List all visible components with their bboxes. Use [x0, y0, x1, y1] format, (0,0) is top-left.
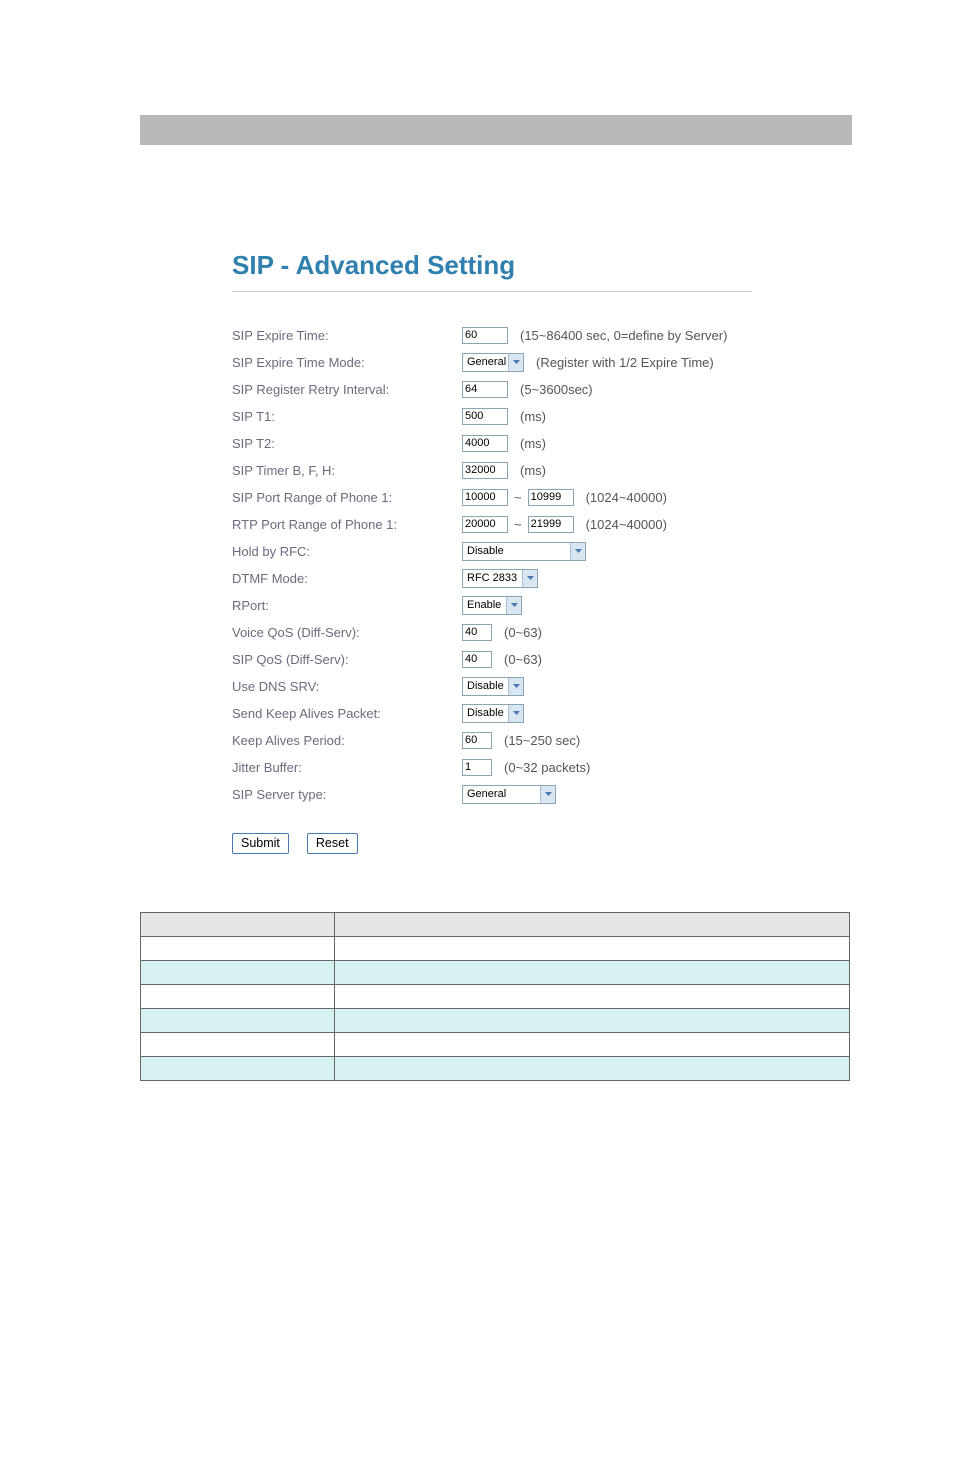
tilde-separator: ~: [512, 517, 524, 532]
chevron-down-icon: [522, 570, 537, 587]
table-row: [141, 985, 850, 1009]
rport-value: Enable: [467, 599, 501, 611]
tilde-separator: ~: [512, 490, 524, 505]
voice-qos-label: Voice QoS (Diff-Serv):: [232, 625, 462, 640]
sip-port-range-hint: (1024~40000): [586, 490, 667, 505]
rport-select[interactable]: Enable: [462, 596, 522, 615]
sip-expire-time-mode-label: SIP Expire Time Mode:: [232, 355, 462, 370]
description-table: [140, 912, 850, 1081]
rport-label: RPort:: [232, 598, 462, 613]
sip-timer-bfh-hint: (ms): [520, 463, 546, 478]
dtmf-mode-select[interactable]: RFC 2833: [462, 569, 538, 588]
submit-button[interactable]: Submit: [232, 833, 289, 854]
dtmf-mode-value: RFC 2833: [467, 572, 517, 584]
sip-server-type-select[interactable]: General: [462, 785, 556, 804]
sip-register-retry-input[interactable]: [462, 381, 508, 398]
hold-by-rfc-select[interactable]: Disable: [462, 542, 586, 561]
sip-qos-input[interactable]: [462, 651, 492, 668]
use-dns-srv-value: Disable: [467, 680, 504, 692]
jitter-buffer-input[interactable]: [462, 759, 492, 776]
table-row: [141, 961, 850, 985]
dtmf-mode-label: DTMF Mode:: [232, 571, 462, 586]
use-dns-srv-select[interactable]: Disable: [462, 677, 524, 696]
sip-port-range-from-input[interactable]: [462, 489, 508, 506]
rtp-port-range-from-input[interactable]: [462, 516, 508, 533]
table-row: [141, 1033, 850, 1057]
hold-by-rfc-label: Hold by RFC:: [232, 544, 462, 559]
table-row: [141, 937, 850, 961]
sip-expire-time-label: SIP Expire Time:: [232, 328, 462, 343]
sip-timer-bfh-input[interactable]: [462, 462, 508, 479]
sip-expire-time-mode-select[interactable]: General: [462, 353, 524, 372]
chevron-down-icon: [508, 705, 523, 722]
voice-qos-input[interactable]: [462, 624, 492, 641]
use-dns-srv-label: Use DNS SRV:: [232, 679, 462, 694]
keepalive-period-input[interactable]: [462, 732, 492, 749]
sip-t2-hint: (ms): [520, 436, 546, 451]
sip-port-range-label: SIP Port Range of Phone 1:: [232, 490, 462, 505]
voice-qos-hint: (0~63): [504, 625, 542, 640]
sip-qos-label: SIP QoS (Diff-Serv):: [232, 652, 462, 667]
rtp-port-range-label: RTP Port Range of Phone 1:: [232, 517, 462, 532]
reset-button[interactable]: Reset: [307, 833, 358, 854]
chevron-down-icon: [508, 678, 523, 695]
sip-register-retry-hint: (5~3600sec): [520, 382, 593, 397]
chevron-down-icon: [570, 543, 585, 560]
send-keepalive-value: Disable: [467, 707, 504, 719]
sip-expire-time-mode-hint: (Register with 1/2 Expire Time): [536, 355, 714, 370]
sip-server-type-value: General: [467, 788, 506, 800]
sip-expire-time-hint: (15~86400 sec, 0=define by Server): [520, 328, 727, 343]
sip-expire-time-mode-value: General: [467, 356, 506, 368]
sip-t1-input[interactable]: [462, 408, 508, 425]
rtp-port-range-to-input[interactable]: [528, 516, 574, 533]
table-row: [141, 1009, 850, 1033]
sip-t2-label: SIP T2:: [232, 436, 462, 451]
sip-server-type-label: SIP Server type:: [232, 787, 462, 802]
table-row: [141, 1057, 850, 1081]
page-title: SIP - Advanced Setting: [232, 250, 752, 292]
chevron-down-icon: [540, 786, 555, 803]
sip-t2-input[interactable]: [462, 435, 508, 452]
send-keepalive-select[interactable]: Disable: [462, 704, 524, 723]
jitter-buffer-label: Jitter Buffer:: [232, 760, 462, 775]
keepalive-period-hint: (15~250 sec): [504, 733, 580, 748]
chevron-down-icon: [508, 354, 523, 371]
keepalive-period-label: Keep Alives Period:: [232, 733, 462, 748]
sip-timer-bfh-label: SIP Timer B, F, H:: [232, 463, 462, 478]
send-keepalive-label: Send Keep Alives Packet:: [232, 706, 462, 721]
settings-form: SIP Expire Time: (15~86400 sec, 0=define…: [232, 322, 752, 807]
sip-qos-hint: (0~63): [504, 652, 542, 667]
sip-register-retry-label: SIP Register Retry Interval:: [232, 382, 462, 397]
sip-port-range-to-input[interactable]: [528, 489, 574, 506]
sip-expire-time-input[interactable]: [462, 327, 508, 344]
header-band: [140, 115, 852, 145]
jitter-buffer-hint: (0~32 packets): [504, 760, 590, 775]
table-header-row: [141, 913, 850, 937]
sip-t1-hint: (ms): [520, 409, 546, 424]
chevron-down-icon: [506, 597, 521, 614]
rtp-port-range-hint: (1024~40000): [586, 517, 667, 532]
description-table-wrapper: [140, 912, 854, 1081]
sip-t1-label: SIP T1:: [232, 409, 462, 424]
hold-by-rfc-value: Disable: [467, 545, 504, 557]
